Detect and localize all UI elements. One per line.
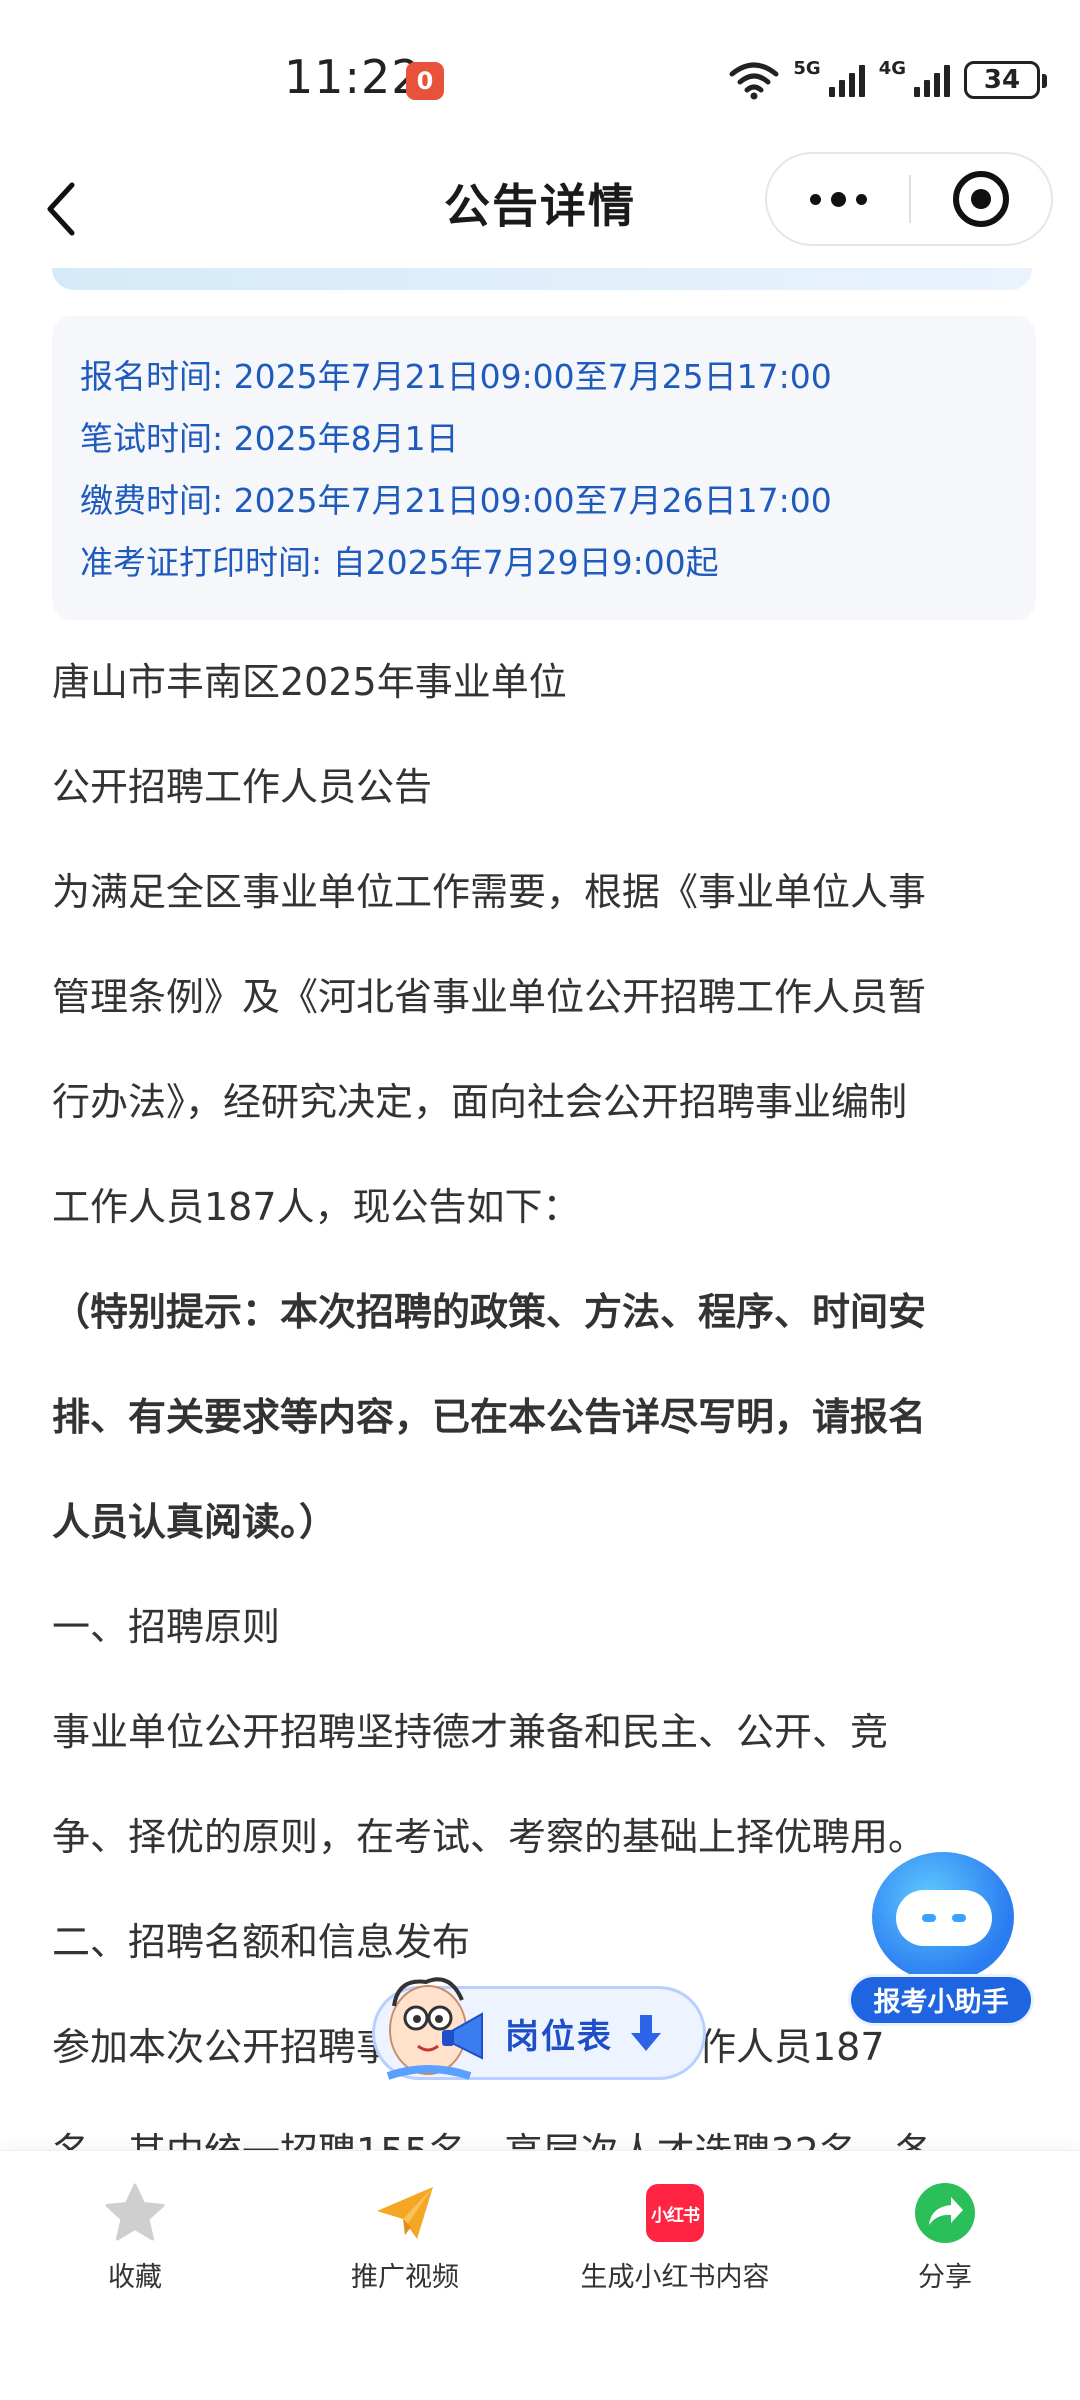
more-dot-icon	[855, 193, 867, 205]
registration-time: 报名时间: 2025年7月21日09:00至7月25日17:00	[80, 357, 832, 396]
article-line: 唐山市丰南区2025年事业单位	[52, 660, 567, 704]
previous-card-edge	[52, 268, 1032, 290]
megaphone-mascot-icon	[386, 1977, 483, 2080]
promo-video-button[interactable]: 推广视频	[270, 2181, 540, 2321]
network-4g-label: 4G	[878, 57, 906, 79]
article-line: 行办法》，经研究决定，面向社会公开招聘事业编制	[52, 1080, 908, 1124]
miniprogram-capsule	[765, 152, 1053, 246]
status-icons: 5G 4G 34	[729, 56, 1047, 104]
written-exam-time: 笔试时间: 2025年8月1日	[80, 419, 459, 458]
bottom-action-bar: 收藏 推广视频 小红书 生成小红书内容 分享	[0, 2150, 1080, 2400]
favorite-label: 收藏	[108, 2262, 162, 2293]
page-header: 公告详情	[0, 150, 1080, 270]
share-icon	[915, 2183, 975, 2243]
star-icon	[105, 2183, 165, 2241]
more-button[interactable]	[767, 154, 909, 244]
paper-plane-icon	[377, 2187, 433, 2239]
status-bar: 11:22 0 5G 4G 34	[0, 0, 1080, 150]
article-line: 管理条例》及《河北省事业单位公开招聘工作人员暂	[52, 975, 927, 1019]
payment-time: 缴费时间: 2025年7月21日09:00至7月26日17:00	[80, 481, 832, 520]
special-notice-line: 排、有关要求等内容，已在本公告详尽写明，请报名	[52, 1395, 927, 1439]
xiaohongshu-icon: 小红书	[646, 2184, 704, 2242]
battery-icon: 34	[964, 61, 1047, 99]
admission-ticket-time: 准考证打印时间: 自2025年7月29日9:00起	[80, 543, 719, 582]
share-button[interactable]: 分享	[810, 2181, 1080, 2321]
special-notice-line: 人员认真阅读。）	[52, 1500, 338, 1544]
status-time: 11:22	[284, 50, 422, 104]
article-line: 公开招聘工作人员公告	[52, 765, 433, 809]
article-line: 事业单位公开招聘坚持德才兼备和民主、公开、竞	[52, 1710, 889, 1754]
robot-face	[896, 1890, 992, 1946]
article-line: 为满足全区事业单位工作需要，根据《事业单位人事	[52, 870, 927, 914]
generate-xiaohongshu-label: 生成小红书内容	[580, 2262, 770, 2293]
assistant-label: 报考小助手	[848, 1974, 1034, 2026]
close-miniprogram-button[interactable]	[911, 154, 1051, 244]
generate-xiaohongshu-button[interactable]: 小红书 生成小红书内容	[540, 2181, 810, 2321]
favorite-button[interactable]: 收藏	[0, 2181, 270, 2321]
notification-badge: 0	[406, 62, 444, 100]
signal-4g-icon	[914, 63, 950, 97]
target-icon	[953, 171, 1009, 227]
promo-video-label: 推广视频	[351, 2262, 459, 2293]
section-heading: 一、招聘原则	[52, 1605, 281, 1649]
signal-5g-icon	[828, 63, 865, 97]
more-dot-icon	[830, 191, 846, 207]
special-notice-line: （特别提示：本次招聘的政策、方法、程序、时间安	[52, 1290, 927, 1334]
arrow-down-icon	[631, 2015, 661, 2051]
more-dot-icon	[809, 193, 821, 205]
article-line: 工作人员187人，现公告如下：	[52, 1185, 581, 1229]
network-5g-label: 5G	[793, 57, 821, 79]
exam-assistant-button[interactable]: 报考小助手	[848, 1852, 1034, 2036]
battery-level: 34	[983, 65, 1021, 95]
post-table-label: 岗位表	[505, 2016, 613, 2057]
wifi-icon	[729, 62, 779, 100]
share-label: 分享	[918, 2262, 972, 2293]
schedule-info-box: 报名时间: 2025年7月21日09:00至7月25日17:00 笔试时间: 2…	[52, 316, 1036, 620]
